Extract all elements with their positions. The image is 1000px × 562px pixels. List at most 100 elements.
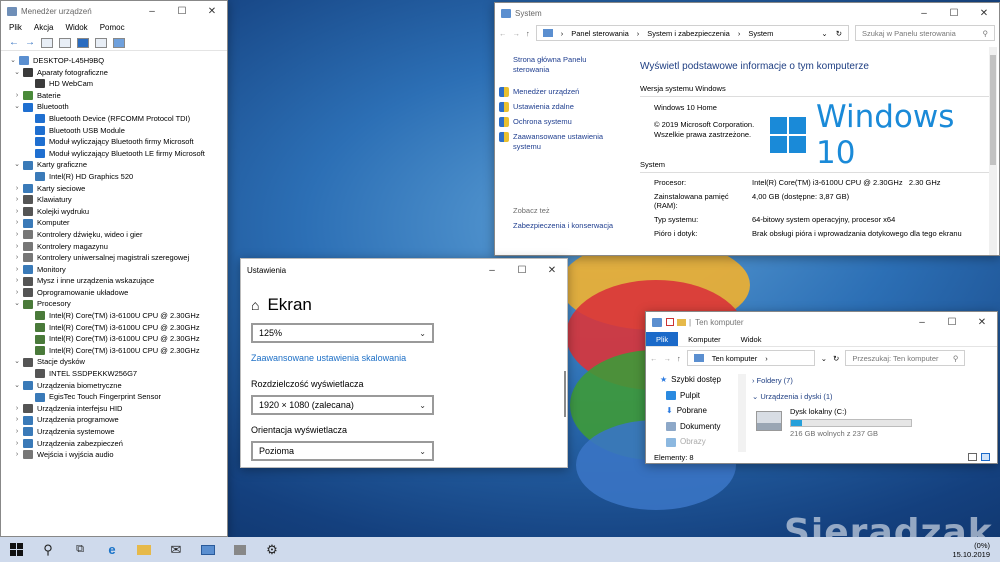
collapse-icon[interactable]: ⌄ (13, 159, 21, 171)
minimize-button[interactable]: – (907, 312, 937, 332)
expand-icon[interactable]: › (13, 90, 21, 102)
maximize-button[interactable]: ☐ (167, 1, 197, 21)
minimize-button[interactable]: – (477, 259, 507, 281)
chevron-down-icon[interactable]: ⌄ (821, 354, 827, 363)
help-icon[interactable] (77, 37, 89, 48)
clock-date[interactable]: 15.10.2019 (952, 550, 990, 559)
tree-category[interactable]: › Urządzenia interfejsu HID (9, 403, 219, 415)
expand-icon[interactable]: › (13, 217, 21, 229)
nav-documents[interactable]: Dokumenty (646, 421, 742, 433)
details-icon[interactable] (59, 37, 71, 48)
scrollbar[interactable] (989, 47, 997, 255)
tree-root[interactable]: ⌄ DESKTOP-L45H9BQ (9, 55, 219, 67)
task-view-icon[interactable]: ⧉ (64, 537, 96, 562)
search-icon[interactable]: ⚲ (32, 537, 64, 562)
drive-c[interactable]: Dysk lokalny (C:) 216 GB wolnych z 237 G… (752, 407, 992, 438)
tree-category[interactable]: ⌄ Urządzenia biometryczne (9, 380, 219, 392)
settings-gear-icon[interactable]: ⚙ (256, 537, 288, 562)
expand-icon[interactable]: › (13, 241, 21, 253)
forward-icon[interactable]: → (25, 37, 35, 48)
large-icons-view-icon[interactable] (981, 453, 990, 461)
refresh-icon[interactable]: ↻ (836, 29, 842, 38)
back-icon[interactable]: ← (499, 29, 507, 38)
tree-device[interactable]: INTEL SSDPEKKW256G7 (9, 368, 219, 380)
tree-category[interactable]: › Karty sieciowe (9, 183, 219, 195)
tree-category[interactable]: › Kontrolery dźwięku, wideo i gier (9, 229, 219, 241)
tree-category[interactable]: › Urządzenia programowe (9, 414, 219, 426)
tree-category[interactable]: ⌄ Stacje dysków (9, 356, 219, 368)
nav-downloads[interactable]: ⬇ Pobrane (646, 405, 742, 417)
tree-category[interactable]: › Wejścia i wyjścia audio (9, 449, 219, 461)
scrollbar[interactable] (564, 371, 566, 417)
collapse-icon[interactable]: ⌄ (13, 298, 21, 310)
collapse-icon[interactable]: ⌄ (13, 356, 21, 368)
maximize-button[interactable]: ☐ (937, 312, 967, 332)
control-panel-home-link[interactable]: Strona główna Panelu sterowania (513, 55, 623, 75)
tree-category[interactable]: ⌄ Procesory (9, 298, 219, 310)
expand-icon[interactable]: › (13, 287, 21, 299)
tab-view[interactable]: Widok (731, 332, 772, 346)
nav-scrollbar[interactable] (738, 374, 746, 452)
tree-category[interactable]: › Monitory (9, 264, 219, 276)
refresh-icon[interactable]: ↻ (833, 354, 839, 363)
folders-group-header[interactable]: › Foldery (7) (752, 376, 992, 385)
collapse-icon[interactable]: ⌄ (13, 380, 21, 392)
tree-category[interactable]: › Oprogramowanie układowe (9, 287, 219, 299)
resolution-dropdown[interactable]: 1920 × 1080 (zalecana) ⌄ (251, 395, 434, 415)
tree-device[interactable]: EgisTec Touch Fingerprint Sensor (9, 391, 219, 403)
start-button[interactable] (0, 537, 32, 562)
update-driver-icon[interactable] (95, 37, 107, 48)
close-button[interactable]: ✕ (197, 1, 227, 21)
tree-device[interactable]: Moduł wyliczający Bluetooth LE firmy Mic… (9, 148, 219, 160)
drives-group-header[interactable]: ⌄ Urządzenia i dyski (1) (752, 392, 992, 401)
quick-access-toolbar-icon[interactable] (666, 318, 674, 326)
orientation-dropdown[interactable]: Pozioma ⌄ (251, 441, 434, 461)
breadcrumb-system[interactable]: System (748, 29, 773, 38)
device-manager-link[interactable]: Menedżer urządzeń (499, 87, 623, 97)
collapse-icon[interactable]: ⌄ (13, 101, 21, 113)
tree-category[interactable]: ⌄ Aparaty fotograficzne (9, 67, 219, 79)
tree-category[interactable]: › Mysz i inne urządzenia wskazujące (9, 275, 219, 287)
expand-icon[interactable]: › (13, 264, 21, 276)
expand-icon[interactable]: › (13, 426, 21, 438)
nav-quick-access[interactable]: ★ Szybki dostęp (646, 374, 742, 386)
menu-view[interactable]: Widok (65, 23, 87, 33)
minimize-button[interactable]: – (137, 1, 167, 21)
control-panel-icon[interactable] (192, 537, 224, 562)
properties-icon[interactable] (41, 37, 53, 48)
tree-device[interactable]: Intel(R) HD Graphics 520 (9, 171, 219, 183)
collapse-icon[interactable]: ⌄ (9, 55, 17, 67)
back-icon[interactable]: ← (9, 37, 19, 48)
remote-settings-link[interactable]: Ustawienia zdalne (499, 102, 623, 112)
chevron-down-icon[interactable]: ⌄ (821, 29, 827, 38)
advanced-settings-link[interactable]: Zaawansowane ustawienia systemu (499, 132, 623, 152)
system-protection-link[interactable]: Ochrona systemu (499, 117, 623, 127)
menu-action[interactable]: Akcja (34, 23, 54, 33)
forward-icon[interactable]: → (664, 354, 672, 363)
tree-device[interactable]: HD WebCam (9, 78, 219, 90)
maximize-button[interactable]: ☐ (507, 259, 537, 281)
tree-category[interactable]: › Kontrolery uniwersalnej magistrali szer… (9, 252, 219, 264)
tree-category[interactable]: › Klawiatury (9, 194, 219, 206)
tree-category[interactable]: ⌄ Bluetooth (9, 101, 219, 113)
expand-icon[interactable]: › (13, 206, 21, 218)
scan-hardware-icon[interactable] (113, 37, 125, 48)
mail-icon[interactable]: ✉ (160, 537, 192, 562)
edge-icon[interactable]: e (96, 537, 128, 562)
tree-category[interactable]: ⌄ Karty graficzne (9, 159, 219, 171)
nav-pictures[interactable]: Obrazy (646, 436, 742, 448)
tree-category[interactable]: › Komputer (9, 217, 219, 229)
expand-icon[interactable]: › (13, 194, 21, 206)
tree-device[interactable]: Intel(R) Core(TM) i3-6100U CPU @ 2.30GHz (9, 322, 219, 334)
folder-icon[interactable] (677, 318, 686, 326)
close-button[interactable]: ✕ (967, 312, 997, 332)
breadcrumb-system-security[interactable]: System i zabezpieczenia (647, 29, 730, 38)
security-maintenance-link[interactable]: Zabezpieczenia i konserwacja (513, 221, 623, 231)
advanced-scaling-link[interactable]: Zaawansowane ustawienia skalowania (251, 353, 406, 363)
file-explorer-icon[interactable] (128, 537, 160, 562)
tree-device[interactable]: Intel(R) Core(TM) i3-6100U CPU @ 2.30GHz (9, 333, 219, 345)
minimize-button[interactable]: – (909, 3, 939, 23)
close-button[interactable]: ✕ (537, 259, 567, 281)
forward-icon[interactable]: → (513, 29, 521, 38)
close-button[interactable]: ✕ (969, 3, 999, 23)
